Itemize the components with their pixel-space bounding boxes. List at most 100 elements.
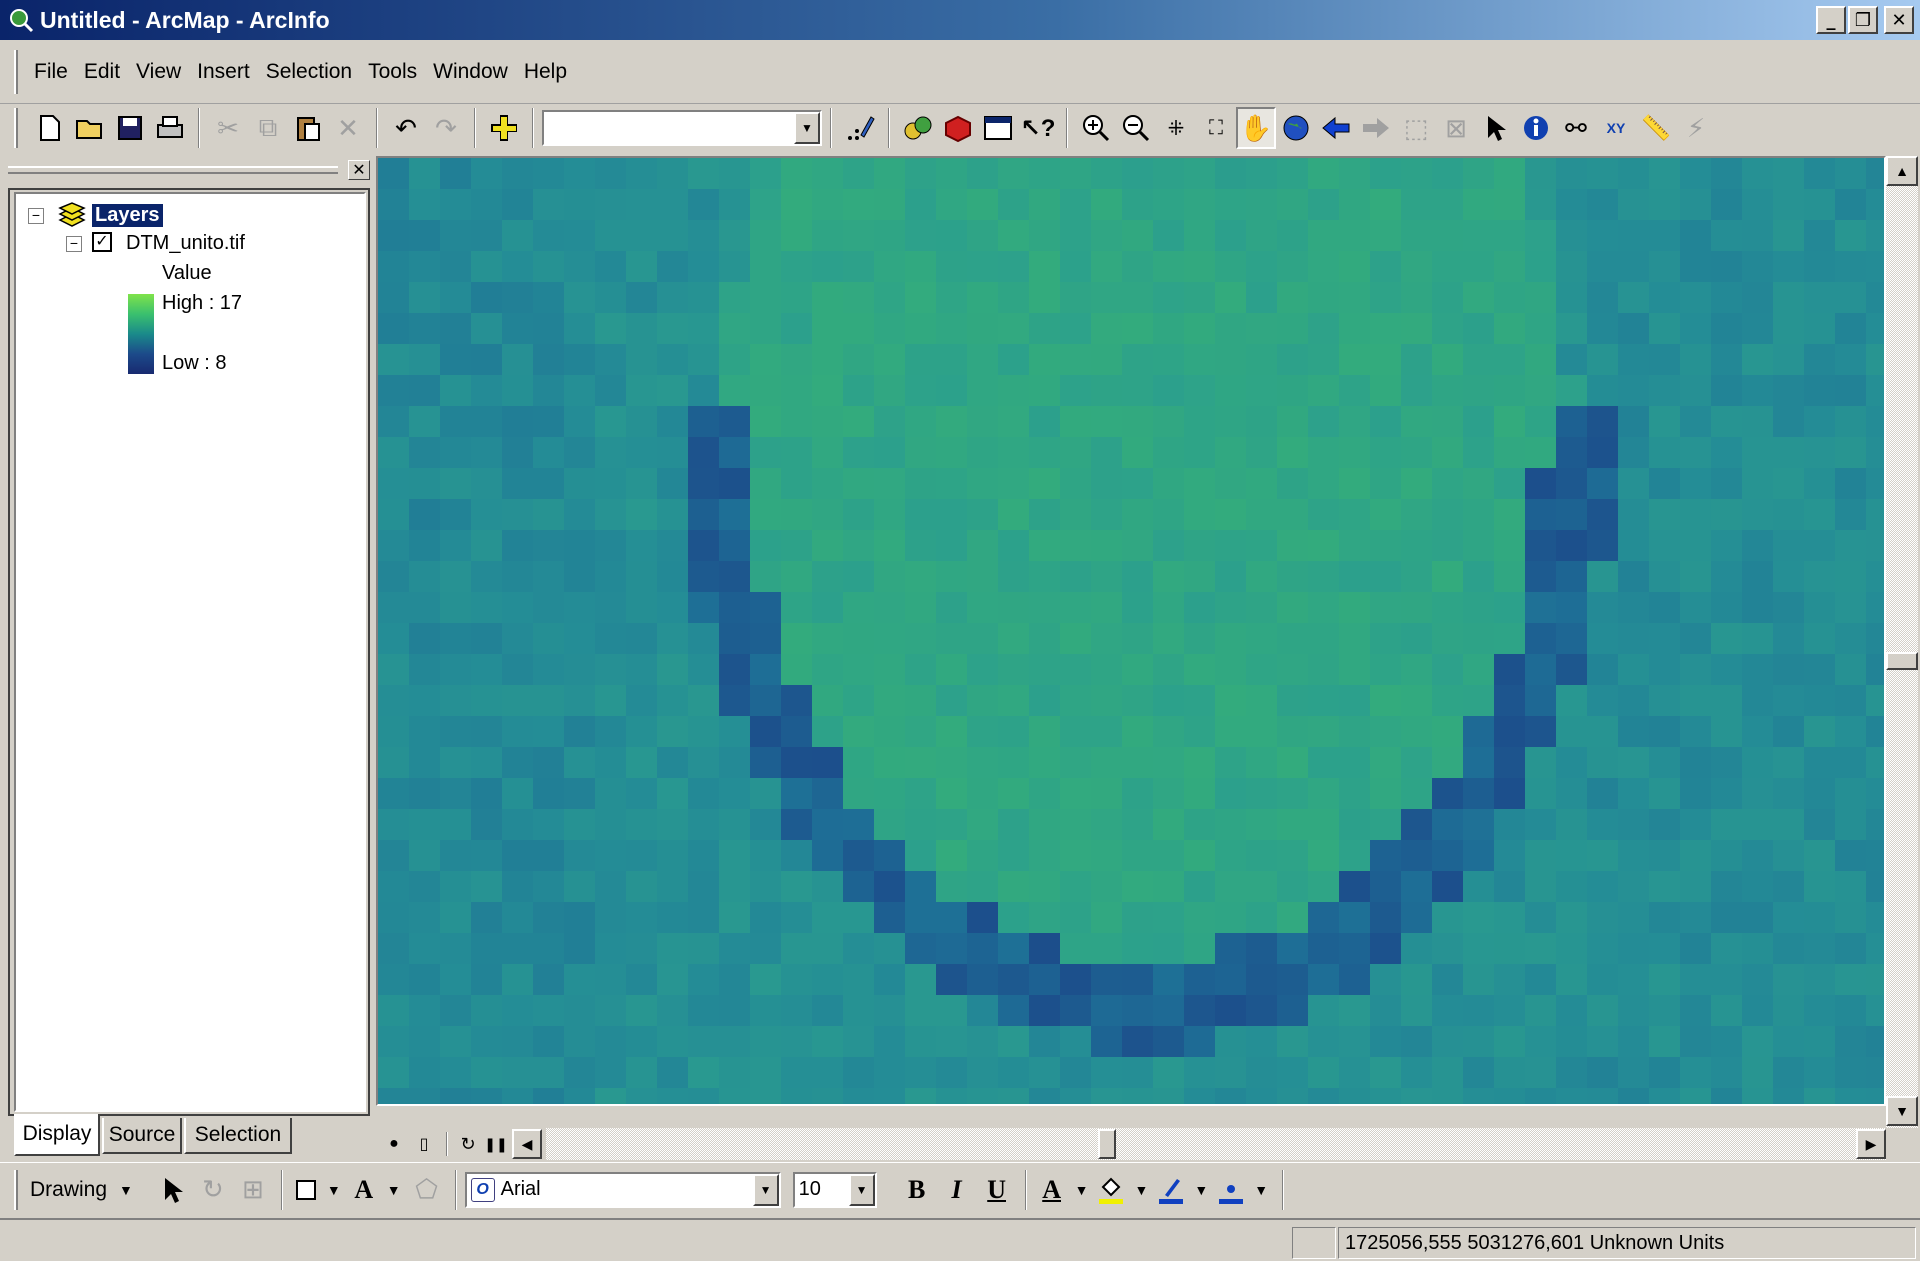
rectangle-icon[interactable] — [291, 1169, 321, 1211]
paste-icon[interactable] — [288, 107, 328, 149]
command-line-icon[interactable] — [978, 107, 1018, 149]
delete-icon[interactable]: ✕ — [328, 107, 368, 149]
editor-toolbar-icon[interactable] — [840, 107, 880, 149]
select-elements-icon[interactable] — [153, 1169, 193, 1211]
menu-window[interactable]: Window — [427, 60, 514, 84]
save-icon[interactable] — [110, 107, 150, 149]
chevron-down-icon[interactable]: ▼ — [1194, 1182, 1208, 1198]
data-view-globe-icon[interactable]: ● — [382, 1132, 406, 1156]
back-arrow-icon[interactable] — [1316, 107, 1356, 149]
menu-grip[interactable] — [14, 49, 18, 94]
identify-icon[interactable] — [1516, 107, 1556, 149]
chevron-down-icon[interactable]: ▼ — [752, 1173, 779, 1206]
scroll-right-icon[interactable]: ▶ — [1856, 1129, 1886, 1159]
tab-selection[interactable]: Selection — [184, 1118, 292, 1154]
measure-icon[interactable]: 📏 — [1636, 107, 1676, 149]
clear-selection-icon[interactable]: ⊠ — [1436, 107, 1476, 149]
chevron-down-icon[interactable]: ▼ — [848, 1173, 875, 1206]
layout-view-page-icon[interactable]: ▯ — [412, 1132, 436, 1156]
map-scale-combo[interactable]: ▼ — [542, 110, 822, 146]
drawing-menu[interactable]: Drawing — [30, 1178, 107, 1202]
vertical-scroll-thumb[interactable] — [1886, 652, 1918, 670]
hyperlink-icon[interactable]: ⚡ — [1676, 107, 1716, 149]
toolbar-grip[interactable] — [14, 108, 18, 148]
select-elements-pointer-icon[interactable] — [1476, 107, 1516, 149]
forward-arrow-icon[interactable] — [1356, 107, 1396, 149]
rotate-icon[interactable]: ↻ — [193, 1169, 233, 1211]
text-tool-icon[interactable]: A — [347, 1169, 381, 1211]
select-features-icon[interactable]: ⬚ — [1396, 107, 1436, 149]
menu-edit[interactable]: Edit — [78, 60, 126, 84]
cut-icon[interactable]: ✂ — [208, 107, 248, 149]
restore-button[interactable]: ❐ — [1848, 6, 1878, 34]
raster-cell — [1401, 561, 1432, 592]
raster-cell — [998, 437, 1029, 468]
chevron-down-icon[interactable]: ▼ — [1075, 1182, 1089, 1198]
layer-name[interactable]: DTM_unito.tif — [126, 232, 245, 255]
italic-button[interactable]: I — [937, 1169, 977, 1211]
menu-insert[interactable]: Insert — [191, 60, 256, 84]
fill-color-bucket-icon[interactable] — [1094, 1169, 1128, 1211]
chevron-down-icon[interactable]: ▼ — [1134, 1182, 1148, 1198]
menu-view[interactable]: View — [130, 60, 187, 84]
chevron-down-icon[interactable]: ▼ — [387, 1182, 401, 1198]
open-folder-icon[interactable] — [70, 107, 110, 149]
arctoolbox-icon[interactable] — [938, 107, 978, 149]
drawing-toolbar-grip[interactable] — [14, 1169, 18, 1210]
scroll-down-icon[interactable]: ▼ — [1886, 1096, 1918, 1126]
whats-this-help-icon[interactable]: ↖? — [1018, 107, 1058, 149]
close-button[interactable]: ✕ — [1884, 6, 1914, 34]
font-size-combo[interactable]: 10 ▼ — [792, 1171, 877, 1208]
fixed-zoom-out-icon[interactable]: ⛶ — [1196, 107, 1236, 149]
edit-vertices-icon[interactable]: ⬠ — [407, 1169, 447, 1211]
add-data-icon[interactable] — [484, 107, 524, 149]
pause-drawing-icon[interactable]: ❚❚ — [484, 1132, 508, 1156]
go-to-xy-icon[interactable]: XY — [1596, 107, 1636, 149]
horizontal-scroll-thumb[interactable] — [1098, 1129, 1116, 1159]
scroll-left-icon[interactable]: ◀ — [512, 1129, 542, 1159]
arccatalog-icon[interactable] — [898, 107, 938, 149]
collapse-layer-icon[interactable]: − — [66, 236, 82, 252]
raster-cell — [1525, 1026, 1556, 1057]
new-document-icon[interactable] — [30, 107, 70, 149]
refresh-icon[interactable]: ↻ — [456, 1132, 480, 1156]
zoom-to-selected-icon[interactable]: ⊞ — [233, 1169, 273, 1211]
undo-icon[interactable]: ↶ — [386, 107, 426, 149]
chevron-down-icon[interactable]: ▼ — [327, 1182, 341, 1198]
raster-cell — [1060, 499, 1091, 530]
underline-button[interactable]: U — [977, 1169, 1017, 1211]
print-icon[interactable] — [150, 107, 190, 149]
vertical-scrollbar[interactable]: ▲ ▼ — [1886, 156, 1918, 1128]
tab-source[interactable]: Source — [102, 1118, 182, 1154]
layer-visibility-checkbox[interactable]: ✓ — [92, 232, 112, 252]
marker-color-icon[interactable] — [1214, 1169, 1248, 1211]
scroll-up-icon[interactable]: ▲ — [1886, 156, 1918, 186]
font-combo[interactable]: O Arial ▼ — [464, 1171, 781, 1208]
minimize-button[interactable]: _ — [1816, 6, 1846, 34]
tab-display[interactable]: Display — [14, 1114, 100, 1156]
bold-button[interactable]: B — [897, 1169, 937, 1211]
find-binoculars-icon[interactable]: ⚯ — [1556, 107, 1596, 149]
toc-titlebar[interactable]: ✕ — [4, 158, 370, 182]
full-extent-globe-icon[interactable] — [1276, 107, 1316, 149]
redo-icon[interactable]: ↷ — [426, 107, 466, 149]
pan-hand-icon[interactable]: ✋ — [1236, 107, 1276, 149]
menu-help[interactable]: Help — [518, 60, 573, 84]
chevron-down-icon[interactable]: ▼ — [794, 112, 820, 144]
toc-close-icon[interactable]: ✕ — [348, 160, 370, 180]
data-frame-layers[interactable]: Layers — [92, 204, 163, 227]
font-color-icon[interactable]: A — [1035, 1169, 1069, 1211]
zoom-out-icon[interactable] — [1116, 107, 1156, 149]
zoom-in-icon[interactable] — [1076, 107, 1116, 149]
chevron-down-icon[interactable]: ▼ — [1254, 1182, 1268, 1198]
line-color-pen-icon[interactable] — [1154, 1169, 1188, 1211]
copy-icon[interactable]: ⧉ — [248, 107, 288, 149]
menu-file[interactable]: File — [28, 60, 74, 84]
arcmap-app-icon[interactable] — [8, 7, 34, 33]
fixed-zoom-in-icon[interactable]: ⁜ — [1156, 107, 1196, 149]
collapse-layers-icon[interactable]: − — [28, 208, 44, 224]
menu-tools[interactable]: Tools — [362, 60, 423, 84]
menu-selection[interactable]: Selection — [260, 60, 358, 84]
chevron-down-icon[interactable]: ▼ — [119, 1182, 133, 1198]
map-canvas[interactable] — [378, 158, 1884, 1104]
